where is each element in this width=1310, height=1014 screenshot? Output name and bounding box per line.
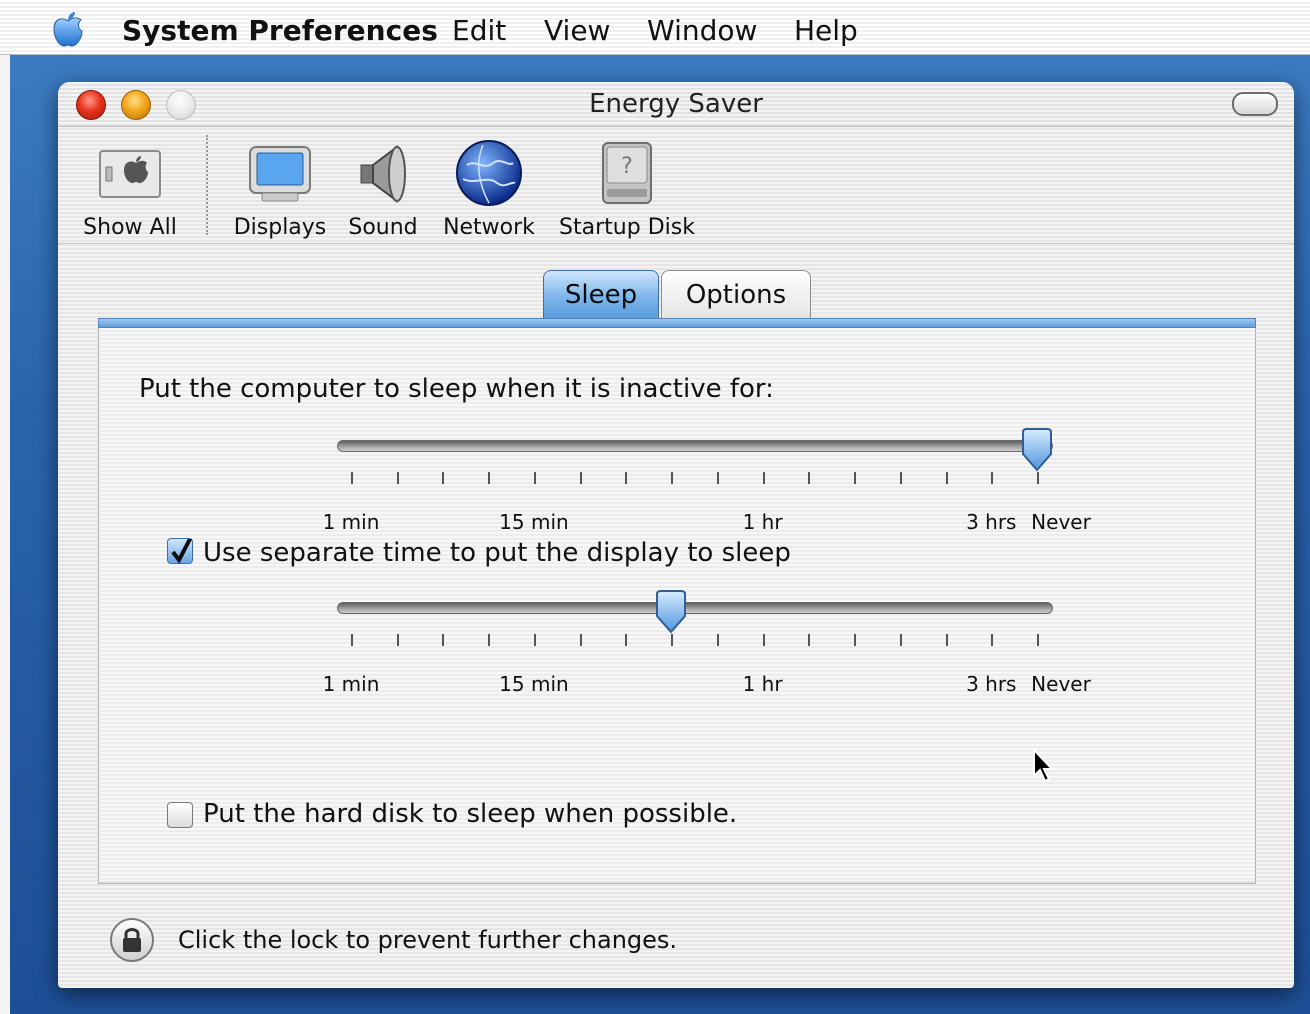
menu-bar: System Preferences Edit View Window Help	[0, 0, 1310, 55]
slider-tick	[579, 472, 582, 484]
toolbar-label: Network	[443, 215, 535, 240]
apple-menu-icon[interactable]	[48, 9, 88, 49]
menu-edit[interactable]: Edit	[452, 14, 506, 47]
slider-tick	[396, 472, 399, 484]
slider-tick	[991, 472, 994, 484]
slider-tick	[533, 472, 536, 484]
slider-tick	[899, 634, 902, 646]
menu-window[interactable]: Window	[647, 14, 757, 47]
slider-tick	[351, 472, 353, 484]
slider-tick-label: 3 hrs	[966, 510, 1017, 534]
slider-tick	[396, 634, 399, 646]
displays-icon	[244, 137, 316, 209]
toolbar-separator	[206, 135, 208, 235]
lock-text: Click the lock to prevent further change…	[178, 926, 678, 954]
menu-help[interactable]: Help	[794, 14, 858, 47]
computer-sleep-slider[interactable]: 1 min 15 min 1 hr 3 hrs Never	[323, 428, 1091, 540]
slider-tick-label: 15 min	[499, 672, 569, 696]
slider-thumb[interactable]	[1019, 428, 1055, 474]
slider-tick	[854, 634, 857, 646]
slider-tick	[762, 634, 765, 646]
slider-tick	[854, 472, 857, 484]
slider-tick	[808, 472, 811, 484]
slider-tick	[945, 472, 948, 484]
toolbar-displays[interactable]: Displays	[230, 137, 330, 240]
display-sleep-checkbox[interactable]	[167, 536, 193, 564]
mouse-cursor-icon	[1033, 748, 1055, 783]
slider-tick	[351, 634, 353, 646]
slider-tick-label: Never	[1031, 672, 1091, 696]
slider-tick	[716, 472, 719, 484]
slider-tick	[671, 472, 674, 484]
tab-panel-edge	[98, 318, 1256, 328]
tab-sleep[interactable]: Sleep	[543, 270, 659, 320]
toolbar-show-all[interactable]: Show All	[82, 137, 178, 240]
sleep-panel: Put the computer to sleep when it is ina…	[98, 328, 1256, 884]
toolbar-label: Show All	[83, 215, 177, 240]
slider-tick	[579, 634, 582, 646]
tab-options[interactable]: Options	[661, 270, 811, 320]
slider-tick-label: 3 hrs	[966, 672, 1017, 696]
toolbar-network[interactable]: Network	[438, 137, 540, 240]
svg-text:?: ?	[621, 154, 633, 179]
lock-button[interactable]	[110, 918, 154, 962]
lock-icon	[123, 928, 141, 952]
energy-saver-window: Energy Saver Show All Displays Sound Net…	[58, 82, 1294, 988]
slider-tick	[899, 472, 902, 484]
show-all-icon	[94, 137, 166, 209]
network-icon	[453, 137, 525, 209]
slider-track[interactable]	[337, 602, 1053, 614]
slider-tick-label: 1 min	[322, 672, 380, 696]
toolbar-toggle-button[interactable]	[1232, 92, 1278, 116]
slider-tick	[716, 634, 719, 646]
startup-disk-icon: ?	[591, 137, 663, 209]
toolbar-label: Startup Disk	[559, 215, 695, 240]
toolbar-sound[interactable]: Sound	[346, 137, 420, 240]
toolbar-label: Sound	[348, 215, 418, 240]
slider-tick	[442, 634, 445, 646]
window-title: Energy Saver	[589, 89, 763, 119]
slider-track[interactable]	[337, 440, 1053, 452]
slider-tick	[488, 634, 491, 646]
slider-tick-label: 1 hr	[742, 672, 783, 696]
slider-tick	[442, 472, 445, 484]
slider-tick	[533, 634, 536, 646]
slider-tick-label: Never	[1031, 510, 1091, 534]
toolbar-startup-disk[interactable]: ? Startup Disk	[556, 137, 698, 240]
disk-sleep-label[interactable]: Put the hard disk to sleep when possible…	[203, 799, 737, 829]
slider-tick-label: 15 min	[499, 510, 569, 534]
slider-tick-label: 1 hr	[742, 510, 783, 534]
checkmark-icon	[171, 536, 193, 564]
slider-tick	[945, 634, 948, 646]
toolbar-label: Displays	[233, 215, 327, 240]
desktop-edge	[0, 0, 10, 1014]
slider-tick	[625, 472, 628, 484]
slider-tick	[1037, 634, 1039, 646]
slider-tick-label: 1 min	[322, 510, 380, 534]
menu-view[interactable]: View	[544, 14, 610, 47]
slider-tick	[488, 472, 491, 484]
slider-tick	[808, 634, 811, 646]
disk-sleep-checkbox[interactable]	[167, 802, 193, 828]
slider-tick	[625, 634, 628, 646]
toolbar: Show All Displays Sound Network ? Startu…	[58, 127, 1294, 244]
slider-thumb[interactable]	[653, 590, 689, 636]
title-bar[interactable]: Energy Saver	[58, 82, 1294, 127]
menu-system-preferences[interactable]: System Preferences	[122, 14, 438, 47]
sound-icon	[347, 137, 419, 209]
slider-tick	[991, 634, 994, 646]
computer-sleep-prompt: Put the computer to sleep when it is ina…	[139, 374, 774, 404]
slider-tick	[762, 472, 765, 484]
display-sleep-slider[interactable]: 1 min 15 min 1 hr 3 hrs Never	[323, 590, 1091, 702]
display-sleep-label[interactable]: Use separate time to put the display to …	[203, 538, 791, 568]
